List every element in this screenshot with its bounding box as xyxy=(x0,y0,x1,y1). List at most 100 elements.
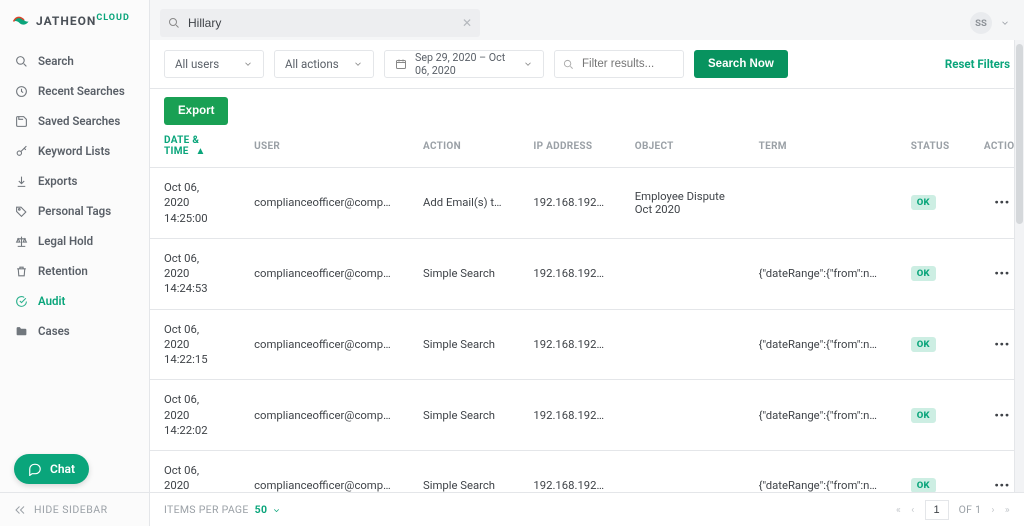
scale-icon xyxy=(14,234,28,248)
col-header-object[interactable]: OBJECT xyxy=(621,125,745,168)
hide-sidebar-button[interactable]: HIDE SIDEBAR xyxy=(0,492,149,526)
cell-status: OK xyxy=(897,238,970,309)
sidebar-item-label: Recent Searches xyxy=(38,84,125,98)
cell-object: Employee Dispute Oct 2020 xyxy=(621,168,745,239)
clock-icon xyxy=(14,84,28,98)
col-header-status[interactable]: STATUS xyxy=(897,125,970,168)
audit-icon xyxy=(14,294,28,308)
export-button[interactable]: Export xyxy=(164,97,228,125)
table-row[interactable]: Oct 06, 202014:24:53complianceofficer@co… xyxy=(150,238,1024,309)
search-icon xyxy=(563,59,574,70)
col-header-user[interactable]: USER xyxy=(240,125,409,168)
sidebar-nav: Search Recent Searches Saved Searches Keywo… xyxy=(0,40,149,492)
cell-action: Simple Search xyxy=(409,451,519,493)
col-header-ip[interactable]: IP ADDRESS xyxy=(519,125,620,168)
vertical-scrollbar[interactable] xyxy=(1014,40,1024,492)
results-filter[interactable] xyxy=(554,50,684,78)
cell-action: Simple Search xyxy=(409,380,519,451)
download-icon xyxy=(14,174,28,188)
cell-status: OK xyxy=(897,168,970,239)
users-filter-dropdown[interactable]: All users xyxy=(164,50,264,78)
chevron-down-icon xyxy=(523,59,533,69)
sidebar-item-cases[interactable]: Cases xyxy=(0,316,149,346)
pager-last-icon[interactable]: » xyxy=(1005,503,1010,516)
cell-action: Simple Search xyxy=(409,238,519,309)
sidebar-item-label: Audit xyxy=(38,294,65,308)
brand-logo-icon xyxy=(12,11,30,29)
global-search-input[interactable] xyxy=(186,15,456,31)
tag-icon xyxy=(14,204,28,218)
sort-asc-icon: ▲ xyxy=(196,146,206,157)
pager-first-icon[interactable]: « xyxy=(896,503,901,516)
sidebar-item-search[interactable]: Search xyxy=(0,46,149,76)
cell-status: OK xyxy=(897,309,970,380)
table-row[interactable]: Oct 06, 202014:22:02complianceofficer@co… xyxy=(150,380,1024,451)
sidebar-item-retention[interactable]: Retention xyxy=(0,256,149,286)
chat-icon xyxy=(28,462,42,476)
sidebar-item-saved-searches[interactable]: Saved Searches xyxy=(0,106,149,136)
sidebar-item-label: Keyword Lists xyxy=(38,144,110,158)
save-icon xyxy=(14,114,28,128)
user-avatar[interactable]: SS xyxy=(970,12,992,34)
search-now-button[interactable]: Search Now xyxy=(694,50,788,78)
pager-prev-icon[interactable]: ‹ xyxy=(911,503,914,516)
users-filter-label: All users xyxy=(175,57,219,71)
sidebar-item-label: Cases xyxy=(38,324,70,338)
pager-next-icon[interactable]: › xyxy=(991,503,994,516)
sidebar-item-label: Saved Searches xyxy=(38,114,120,128)
user-menu-caret-icon[interactable] xyxy=(1000,18,1010,28)
cell-ip: 192.168.192.46 xyxy=(519,451,620,493)
cell-ip: 192.168.192.46 xyxy=(519,238,620,309)
col-header-term[interactable]: TERM xyxy=(745,125,897,168)
col-header-action[interactable]: ACTION xyxy=(409,125,519,168)
cell-user: complianceofficer@company.org xyxy=(240,309,409,380)
cell-user: complianceofficer@company.org xyxy=(240,380,409,451)
cell-date: Oct 06, 202014:25:00 xyxy=(150,168,240,239)
sidebar-item-recent-searches[interactable]: Recent Searches xyxy=(0,76,149,106)
calendar-icon xyxy=(395,58,407,70)
filters-row: All users All actions Sep 29, 2020 – Oct… xyxy=(150,40,1024,89)
items-per-page-dropdown[interactable]: 50 xyxy=(255,503,282,516)
key-icon xyxy=(14,144,28,158)
sidebar-item-label: Search xyxy=(38,54,74,68)
cell-ip: 192.168.192.46 xyxy=(519,168,620,239)
clear-search-icon[interactable]: ✕ xyxy=(462,16,472,30)
chevron-down-icon xyxy=(353,59,363,69)
search-icon xyxy=(14,54,28,68)
pager-of-label: OF 1 xyxy=(959,503,982,516)
cell-term: {"dateRange":{"from":null,"to… xyxy=(745,451,897,493)
cell-date: Oct 06, 202014:21:35 xyxy=(150,451,240,493)
table-row[interactable]: Oct 06, 202014:25:00complianceofficer@co… xyxy=(150,168,1024,239)
cell-object xyxy=(621,238,745,309)
chat-button[interactable]: Chat xyxy=(14,454,89,484)
sidebar-item-exports[interactable]: Exports xyxy=(0,166,149,196)
table-row[interactable]: Oct 06, 202014:22:15complianceofficer@co… xyxy=(150,309,1024,380)
sidebar-item-personal-tags[interactable]: Personal Tags xyxy=(0,196,149,226)
col-header-date[interactable]: DATE & TIME ▲ xyxy=(150,125,240,168)
chevron-down-icon xyxy=(243,59,253,69)
chat-label: Chat xyxy=(50,462,75,476)
cell-term: {"dateRange":{"from":null,"to… xyxy=(745,238,897,309)
sidebar-item-label: Personal Tags xyxy=(38,204,111,218)
cell-status: OK xyxy=(897,451,970,493)
pager-page-input[interactable] xyxy=(925,500,949,520)
pager: « ‹ OF 1 › » xyxy=(896,500,1010,520)
cell-ip: 192.168.192.46 xyxy=(519,380,620,451)
date-range-dropdown[interactable]: Sep 29, 2020 – Oct 06, 2020 xyxy=(384,50,544,78)
brand-name: JATHEONCLOUD xyxy=(36,13,130,28)
sidebar-item-audit[interactable]: Audit xyxy=(0,286,149,316)
scrollbar-thumb[interactable] xyxy=(1016,44,1023,224)
brand: JATHEONCLOUD xyxy=(0,0,149,40)
cell-object xyxy=(621,309,745,380)
folder-icon xyxy=(14,324,28,338)
sidebar: JATHEONCLOUD Search Recent Searches Saved … xyxy=(0,0,150,526)
global-search[interactable]: ✕ xyxy=(160,9,480,37)
reset-filters-link[interactable]: Reset Filters xyxy=(945,57,1010,71)
sidebar-item-keyword-lists[interactable]: Keyword Lists xyxy=(0,136,149,166)
cell-date: Oct 06, 202014:22:15 xyxy=(150,309,240,380)
sidebar-item-legal-hold[interactable]: Legal Hold xyxy=(0,226,149,256)
sidebar-item-label: Exports xyxy=(38,174,77,188)
table-row[interactable]: Oct 06, 202014:21:35complianceofficer@co… xyxy=(150,451,1024,493)
actions-filter-dropdown[interactable]: All actions xyxy=(274,50,374,78)
cell-term: {"dateRange":{"from":null,"to… xyxy=(745,309,897,380)
